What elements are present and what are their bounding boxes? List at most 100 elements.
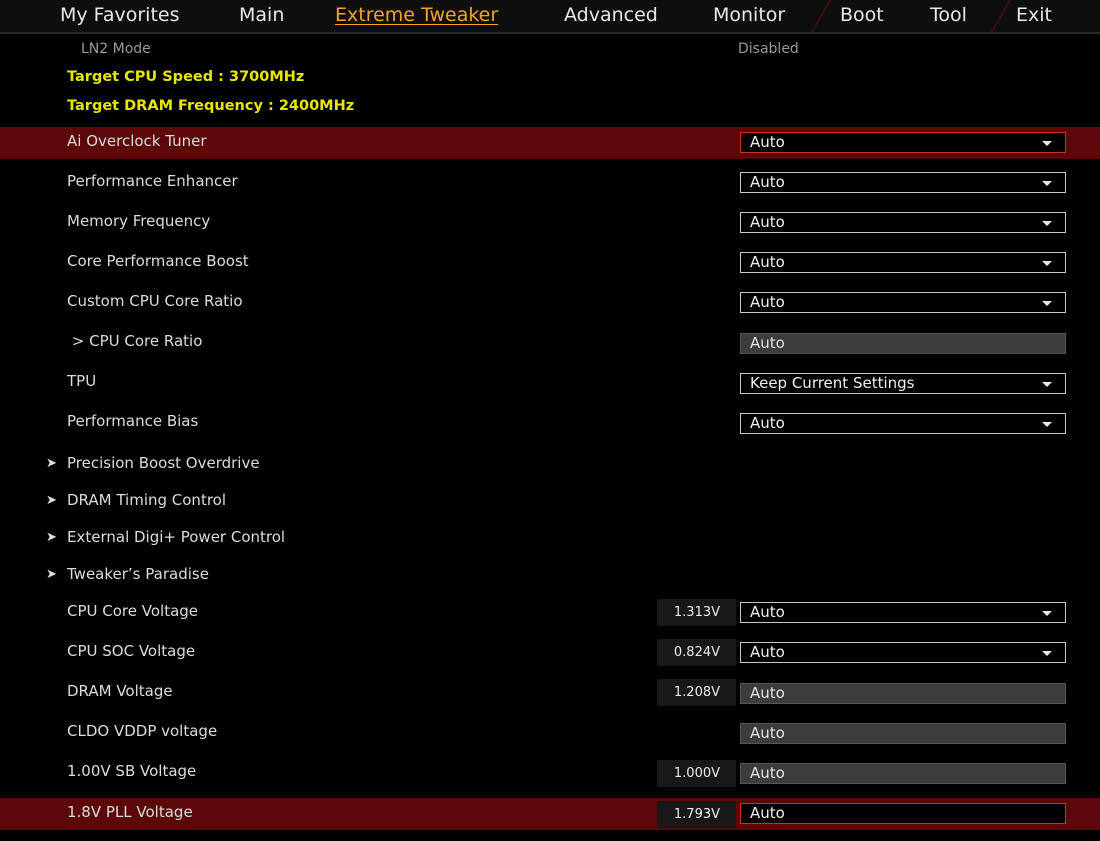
dropdown-value: Auto <box>750 643 785 661</box>
submenu-label: External Digi+ Power Control <box>67 528 286 546</box>
setting-label: DRAM Voltage <box>67 682 173 700</box>
ln2-mode-row: LN2 Mode Disabled <box>0 39 1100 61</box>
voltage-reading: 1.000V <box>657 760 736 787</box>
dropdown-value: Auto <box>750 253 785 271</box>
voltage-row-dram[interactable]: DRAM Voltage 1.208V Auto <box>0 677 1100 709</box>
setting-row-cpu-core-ratio[interactable]: > CPU Core Ratio Auto <box>0 327 1100 359</box>
cpu-soc-voltage-dropdown[interactable]: Auto <box>740 642 1066 663</box>
custom-cpu-core-ratio-dropdown[interactable]: Auto <box>740 292 1066 313</box>
ln2-mode-value: Disabled <box>738 41 799 57</box>
voltage-row-1v-sb[interactable]: 1.00V SB Voltage 1.000V Auto <box>0 757 1100 789</box>
tab-monitor[interactable]: Monitor <box>713 4 785 26</box>
setting-label: Memory Frequency <box>67 212 211 230</box>
ln2-mode-label: LN2 Mode <box>81 41 151 57</box>
setting-label: 1.8V PLL Voltage <box>67 803 193 821</box>
tab-advanced[interactable]: Advanced <box>564 4 658 26</box>
setting-label: Performance Enhancer <box>67 172 238 190</box>
chevron-down-icon <box>1042 261 1052 266</box>
setting-label: Performance Bias <box>67 412 199 430</box>
target-cpu-speed-row: Target CPU Speed : 3700MHz <box>0 68 1100 90</box>
decor-stripe <box>990 0 1012 32</box>
setting-row-custom-cpu-core-ratio[interactable]: Custom CPU Core Ratio Auto <box>0 287 1100 319</box>
sb-voltage-field[interactable]: Auto <box>740 763 1066 784</box>
submenu-tweakers-paradise[interactable]: ➤ Tweaker’s Paradise <box>0 564 1100 588</box>
setting-row-performance-bias[interactable]: Performance Bias Auto <box>0 407 1100 439</box>
core-performance-boost-dropdown[interactable]: Auto <box>740 252 1066 273</box>
chevron-down-icon <box>1042 221 1052 226</box>
chevron-down-icon <box>1042 651 1052 656</box>
voltage-row-cpu-core[interactable]: CPU Core Voltage 1.313V Auto <box>0 597 1100 629</box>
voltage-reading: 1.208V <box>657 679 736 706</box>
decor-stripe <box>810 0 832 32</box>
arrow-right-icon: ➤ <box>46 456 57 471</box>
submenu-label: Precision Boost Overdrive <box>67 454 260 472</box>
setting-row-tpu[interactable]: TPU Keep Current Settings <box>0 367 1100 399</box>
field-value: Auto <box>750 724 785 742</box>
setting-row-ai-overclock-tuner[interactable]: Ai Overclock Tuner Auto <box>0 127 1100 159</box>
tpu-dropdown[interactable]: Keep Current Settings <box>740 373 1066 394</box>
chevron-down-icon <box>1042 301 1052 306</box>
memory-frequency-dropdown[interactable]: Auto <box>740 212 1066 233</box>
field-value: Auto <box>750 684 785 702</box>
dropdown-value: Keep Current Settings <box>750 374 915 392</box>
voltage-reading: 1.793V <box>657 801 736 828</box>
cpu-core-ratio-field[interactable]: Auto <box>740 333 1066 354</box>
pll-voltage-field[interactable]: Auto <box>740 803 1066 824</box>
submenu-precision-boost-overdrive[interactable]: ➤ Precision Boost Overdrive <box>0 453 1100 477</box>
tab-tool[interactable]: Tool <box>930 4 967 26</box>
setting-label: 1.00V SB Voltage <box>67 762 197 780</box>
dropdown-value: Auto <box>750 173 785 191</box>
chevron-down-icon <box>1042 422 1052 427</box>
target-cpu-speed: Target CPU Speed : 3700MHz <box>67 69 305 85</box>
setting-row-core-performance-boost[interactable]: Core Performance Boost Auto <box>0 247 1100 279</box>
chevron-down-icon <box>1042 611 1052 616</box>
dropdown-value: Auto <box>750 213 785 231</box>
chevron-down-icon <box>1042 382 1052 387</box>
performance-enhancer-dropdown[interactable]: Auto <box>740 172 1066 193</box>
field-value: Auto <box>750 334 785 352</box>
voltage-reading: 0.824V <box>657 639 736 666</box>
chevron-down-icon <box>1042 141 1052 146</box>
dropdown-value: Auto <box>750 293 785 311</box>
tab-exit[interactable]: Exit <box>1016 4 1052 26</box>
dropdown-value: Auto <box>750 414 785 432</box>
chevron-down-icon <box>1042 181 1052 186</box>
tab-boot[interactable]: Boot <box>840 4 884 26</box>
setting-row-memory-frequency[interactable]: Memory Frequency Auto <box>0 207 1100 239</box>
tab-main[interactable]: Main <box>239 4 284 26</box>
setting-label: CPU Core Voltage <box>67 602 199 620</box>
tab-extreme-tweaker[interactable]: Extreme Tweaker <box>335 4 498 26</box>
cldo-vddp-voltage-field[interactable]: Auto <box>740 723 1066 744</box>
voltage-row-cldo-vddp[interactable]: CLDO VDDP voltage Auto <box>0 717 1100 749</box>
top-nav: My Favorites Main Extreme Tweaker Advanc… <box>0 0 1100 34</box>
tab-my-favorites[interactable]: My Favorites <box>60 4 180 26</box>
voltage-row-cpu-soc[interactable]: CPU SOC Voltage 0.824V Auto <box>0 637 1100 669</box>
submenu-external-digi-power-control[interactable]: ➤ External Digi+ Power Control <box>0 527 1100 551</box>
setting-label: CPU SOC Voltage <box>67 642 196 660</box>
target-dram-frequency: Target DRAM Frequency : 2400MHz <box>67 98 355 114</box>
ai-overclock-tuner-dropdown[interactable]: Auto <box>740 132 1066 153</box>
performance-bias-dropdown[interactable]: Auto <box>740 413 1066 434</box>
cpu-core-voltage-dropdown[interactable]: Auto <box>740 602 1066 623</box>
voltage-row-1v8-pll[interactable]: 1.8V PLL Voltage 1.793V Auto <box>0 798 1100 830</box>
setting-label: Custom CPU Core Ratio <box>67 292 243 310</box>
arrow-right-icon: ➤ <box>46 530 57 545</box>
arrow-right-icon: ➤ <box>46 567 57 582</box>
submenu-label: DRAM Timing Control <box>67 491 227 509</box>
setting-label: Core Performance Boost <box>67 252 249 270</box>
submenu-label: Tweaker’s Paradise <box>67 565 209 583</box>
setting-label: TPU <box>67 372 97 390</box>
setting-row-performance-enhancer[interactable]: Performance Enhancer Auto <box>0 167 1100 199</box>
setting-label: CLDO VDDP voltage <box>67 722 218 740</box>
arrow-right-icon: ➤ <box>46 493 57 508</box>
submenu-dram-timing-control[interactable]: ➤ DRAM Timing Control <box>0 490 1100 514</box>
dram-voltage-field[interactable]: Auto <box>740 683 1066 704</box>
field-value: Auto <box>750 764 785 782</box>
dropdown-value: Auto <box>750 603 785 621</box>
setting-label: > CPU Core Ratio <box>67 332 203 350</box>
dropdown-value: Auto <box>750 133 785 151</box>
field-value: Auto <box>750 804 785 822</box>
target-dram-freq-row: Target DRAM Frequency : 2400MHz <box>0 97 1100 119</box>
voltage-reading: 1.313V <box>657 599 736 626</box>
setting-label: Ai Overclock Tuner <box>67 132 207 150</box>
